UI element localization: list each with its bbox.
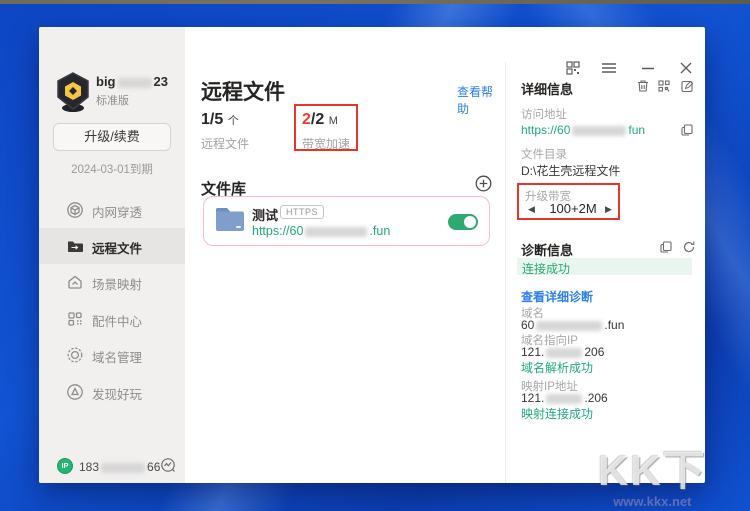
directory-value: D:\花生壳远程文件 — [521, 164, 621, 178]
copy-address-icon[interactable] — [680, 123, 694, 137]
map-ip-suffix: .206 — [584, 391, 608, 405]
sidebar-item-discover[interactable]: 发现好玩 — [39, 374, 185, 410]
detail-panel-title: 详细信息 — [521, 82, 574, 97]
username-redacted — [117, 77, 152, 88]
diagnosis-panel-title: 诊断信息 — [521, 243, 574, 258]
file-enable-toggle[interactable] — [448, 214, 478, 230]
qr-code-icon[interactable] — [657, 79, 671, 93]
discover-icon — [66, 383, 84, 401]
ip-address: 183 66 — [79, 460, 160, 474]
sidebar-item-domain-management[interactable]: 域名管理 — [39, 337, 185, 373]
dns-ip-redacted — [546, 347, 583, 358]
copy-diagnosis-icon[interactable] — [659, 240, 673, 254]
stat-files-label: 远程文件 — [201, 137, 250, 151]
dns-result: 域名解析成功 — [521, 361, 594, 375]
stat-bandwidth-total: /2 — [310, 111, 325, 128]
help-link[interactable]: 查看帮助 — [457, 83, 503, 117]
sidebar-item-accessory-center[interactable]: 配件中心 — [39, 301, 185, 337]
qr-scan-icon[interactable] — [564, 60, 582, 76]
cube-icon — [66, 201, 84, 219]
scene-icon — [66, 273, 84, 291]
page-title: 远程文件 — [201, 81, 285, 104]
folder-blue-icon — [215, 206, 245, 233]
address-prefix: https://60 — [521, 123, 571, 137]
avatar[interactable] — [53, 71, 93, 113]
stat-bandwidth-label: 带宽加速 — [302, 137, 351, 151]
stat-files-value: 1/5 — [201, 111, 224, 128]
menu-icon[interactable] — [600, 60, 618, 76]
panel-divider — [505, 62, 506, 483]
address-redacted — [572, 125, 627, 136]
desktop-top-strip — [0, 0, 750, 4]
plan-label: 标准版 — [96, 95, 129, 107]
bandwidth-value: 100+2M — [549, 201, 597, 216]
dns-ip-suffix: 206 — [584, 345, 605, 359]
app-window: big 23 标准版 升级/续费 2024-03-01到期 内网穿透 远程文件 — [39, 27, 705, 483]
file-url-suffix: .fun — [369, 224, 391, 238]
sidebar: big 23 标准版 升级/续费 2024-03-01到期 内网穿透 远程文件 — [39, 27, 185, 483]
ip-redacted — [101, 462, 146, 473]
dns-ip-prefix: 121. — [521, 345, 545, 359]
gear-icon — [66, 346, 84, 364]
ip-prefix: 183 — [79, 460, 100, 474]
network-check-icon[interactable] — [160, 457, 177, 474]
toggle-knob — [464, 216, 476, 228]
map-ip-redacted — [546, 393, 583, 404]
expiry-date: 2024-03-01到期 — [71, 164, 153, 176]
map-result: 映射连接成功 — [521, 407, 594, 421]
sidebar-item-label: 发现好玩 — [92, 388, 143, 402]
add-file-button[interactable] — [475, 175, 492, 192]
address-label: 访问地址 — [521, 109, 567, 121]
stat-bandwidth-unit: M — [328, 115, 338, 127]
folder-icon — [66, 237, 84, 255]
stat-bandwidth: 2/2 M — [302, 111, 338, 129]
connection-status-bar: 连接成功 — [517, 258, 692, 276]
file-card[interactable]: 测试 HTTPS https://60 .fun — [203, 196, 490, 246]
sidebar-item-label: 远程文件 — [92, 242, 143, 256]
file-url-redacted — [305, 226, 368, 237]
bandwidth-prev-arrow[interactable]: ◀ — [528, 204, 535, 215]
upgrade-renew-button[interactable]: 升级/续费 — [53, 123, 171, 151]
sidebar-item-label: 域名管理 — [92, 351, 143, 365]
sidebar-item-label: 内网穿透 — [92, 206, 143, 220]
username: big 23 — [96, 74, 168, 89]
grid-icon — [66, 310, 84, 328]
stat-bandwidth-used: 2 — [302, 111, 311, 128]
domain-redacted — [536, 320, 603, 331]
stat-files: 1/5 个 — [201, 111, 239, 129]
username-prefix: big — [96, 74, 116, 89]
dns-ip-value: 121. 206 — [521, 345, 604, 359]
ip-badge: IP — [57, 458, 73, 474]
protocol-badge: HTTPS — [280, 205, 325, 219]
directory-label: 文件目录 — [521, 149, 567, 161]
domain-value: 60 .fun — [521, 318, 624, 332]
detail-diagnosis-link[interactable]: 查看详细诊断 — [521, 288, 593, 305]
bandwidth-next-arrow[interactable]: ▶ — [605, 204, 612, 215]
ip-suffix: 66 — [147, 460, 161, 474]
sidebar-item-remote-files[interactable]: 远程文件 — [39, 228, 185, 264]
username-suffix: 23 — [153, 74, 168, 89]
close-icon[interactable] — [677, 60, 695, 76]
access-address[interactable]: https://60 fun — [521, 123, 645, 137]
domain-prefix: 60 — [521, 318, 535, 332]
connection-status-text: 连接成功 — [522, 262, 571, 276]
map-ip-value: 121. .206 — [521, 391, 608, 405]
map-ip-prefix: 121. — [521, 391, 545, 405]
sidebar-item-label: 配件中心 — [92, 315, 143, 329]
sidebar-item-label: 场景映射 — [92, 278, 143, 292]
domain-suffix: .fun — [604, 318, 625, 332]
delete-icon[interactable] — [636, 79, 650, 93]
minimize-icon[interactable] — [639, 60, 657, 76]
refresh-icon[interactable] — [682, 240, 696, 254]
file-name: 测试 — [252, 208, 279, 223]
watermark-url: www.kkx.net — [613, 494, 692, 509]
file-url-prefix: https://60 — [252, 224, 304, 238]
edit-icon[interactable] — [680, 79, 694, 93]
stat-files-unit: 个 — [227, 115, 239, 127]
address-suffix: fun — [628, 123, 646, 137]
file-url[interactable]: https://60 .fun — [252, 224, 390, 238]
sidebar-item-scene-mapping[interactable]: 场景映射 — [39, 264, 185, 300]
sidebar-item-intranet-tunnel[interactable]: 内网穿透 — [39, 192, 185, 228]
